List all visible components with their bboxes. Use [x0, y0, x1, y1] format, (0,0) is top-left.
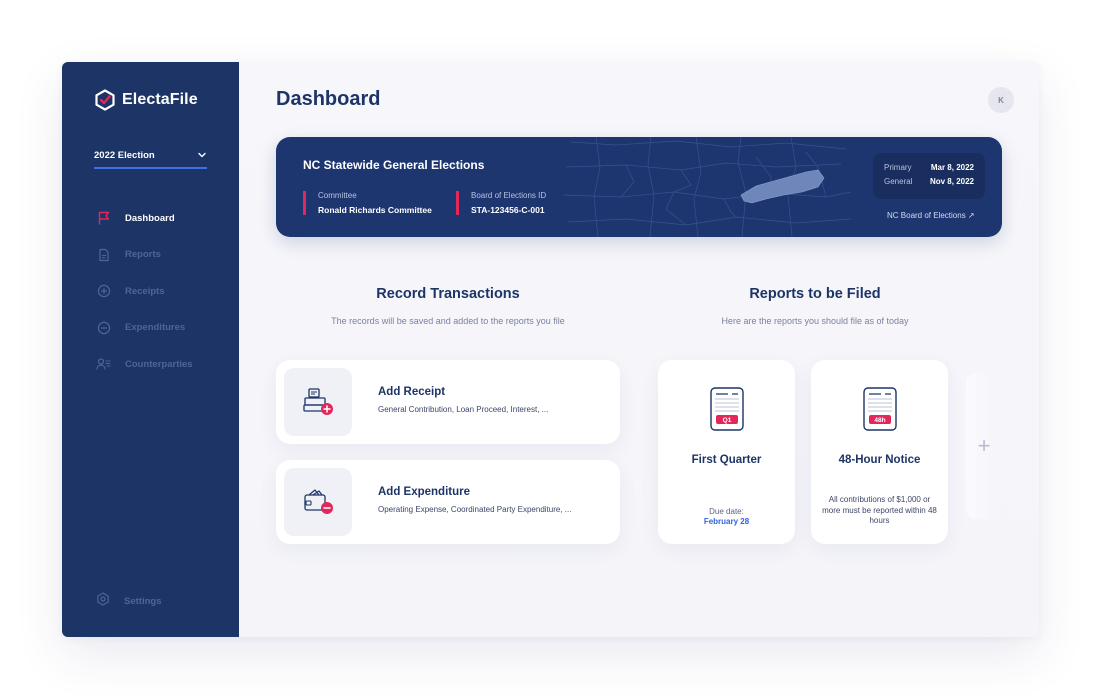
cash-register-icon: [303, 388, 333, 415]
due-date-value: February 28: [703, 517, 750, 526]
page-title: Dashboard: [276, 88, 381, 110]
election-banner: NC Statewide General Elections Committee…: [276, 137, 1002, 237]
plus-icon: +: [977, 433, 991, 458]
primary-label: Primary: [884, 163, 912, 172]
record-transactions-subtitle: The records will be saved and added to t…: [331, 316, 565, 326]
add-receipt-title: Add Receipt: [378, 386, 446, 398]
48h-badge: 48h: [874, 417, 885, 424]
app-window: ElectaFile 2022 Election Dashboard Repor…: [62, 62, 1039, 637]
board-id-label: Board of Elections ID: [471, 191, 547, 200]
logo[interactable]: ElectaFile: [94, 89, 198, 111]
primary-date: Mar 8, 2022: [930, 163, 974, 172]
sidebar-item-settings[interactable]: Settings: [96, 592, 161, 611]
chevron-down-icon: [198, 152, 206, 158]
general-date: Nov 8, 2022: [929, 177, 974, 186]
reports-title: Reports to be Filed: [749, 286, 881, 302]
reports-subtitle: Here are the reports you should file as …: [721, 316, 909, 326]
board-id-value: STA-123456-C-001: [471, 205, 545, 215]
app-name: ElectaFile: [122, 91, 198, 108]
sidebar-item-label: Counterparties: [125, 358, 193, 370]
electafile-logo-icon: [95, 89, 115, 111]
sidebar-item-label: Expenditures: [125, 322, 186, 334]
committee-value: Ronald Richards Committee: [318, 205, 432, 215]
sidebar-item-label: Receipts: [125, 285, 165, 297]
sidebar-item-dashboard[interactable]: Dashboard: [96, 200, 193, 237]
sidebar-item-counterparties[interactable]: Counterparties: [96, 346, 193, 383]
add-receipt-desc: General Contribution, Loan Proceed, Inte…: [378, 405, 549, 414]
minus-circle-icon: [96, 320, 111, 335]
main-content: Dashboard K NC Statewide General Electio…: [239, 62, 1039, 637]
sidebar-item-label: Reports: [125, 249, 161, 261]
sidebar: ElectaFile 2022 Election Dashboard Repor…: [62, 62, 239, 637]
sidebar-nav: Dashboard Reports Receipts Expenditures: [96, 200, 193, 383]
settings-label: Settings: [124, 596, 162, 607]
add-expenditure-card[interactable]: Add Expenditure Operating Expense, Coord…: [276, 460, 620, 544]
banner-title: NC Statewide General Elections: [303, 158, 485, 172]
record-transactions-title: Record Transactions: [376, 286, 520, 302]
sidebar-item-reports[interactable]: Reports: [96, 237, 193, 274]
committee-info: Committee Ronald Richards Committee: [303, 191, 432, 215]
plus-circle-icon: [96, 284, 111, 299]
committee-label: Committee: [318, 191, 357, 200]
election-dropdown-label: 2022 Election: [94, 149, 155, 161]
board-of-elections-link[interactable]: NC Board of Elections ↗: [887, 211, 975, 220]
add-expenditure-title: Add Expenditure: [378, 486, 471, 498]
election-dates: Primary Mar 8, 2022 General Nov 8, 2022: [873, 153, 985, 199]
north-carolina-highlight: [740, 169, 825, 204]
us-map-graphic: [563, 137, 852, 237]
q1-badge: Q1: [723, 417, 732, 424]
48-hour-notice-note: All contributions of $1,000 or more must…: [822, 495, 937, 525]
add-report-button[interactable]: +: [966, 373, 1002, 519]
sidebar-item-label: Dashboard: [125, 212, 175, 224]
document-icon: [96, 247, 111, 262]
48-hour-notice-title: 48-Hour Notice: [838, 454, 921, 466]
board-id-info: Board of Elections ID STA-123456-C-001: [456, 191, 546, 215]
wallet-icon-box: [284, 468, 352, 536]
add-receipt-card[interactable]: Add Receipt General Contribution, Loan P…: [276, 360, 620, 444]
add-expenditure-desc: Operating Expense, Coordinated Party Exp…: [378, 505, 572, 514]
people-icon: [96, 357, 111, 372]
avatar[interactable]: K: [988, 87, 1014, 113]
gear-icon: [96, 592, 110, 611]
due-date-label: Due date:: [709, 507, 744, 516]
first-quarter-title: First Quarter: [691, 454, 762, 466]
flag-icon: [96, 211, 111, 226]
register-icon-box: [284, 368, 352, 436]
sidebar-item-receipts[interactable]: Receipts: [96, 273, 193, 310]
report-card-first-quarter[interactable]: Q1 First Quarter Due date: February 28: [658, 360, 795, 544]
general-label: General: [884, 177, 913, 186]
report-card-48-hour-notice[interactable]: 48h 48-Hour Notice All contributions of …: [811, 360, 948, 544]
report-document-icon: Q1: [710, 387, 744, 431]
wallet-icon: [304, 489, 333, 514]
election-dropdown[interactable]: 2022 Election: [94, 143, 207, 169]
sidebar-item-expenditures[interactable]: Expenditures: [96, 310, 193, 347]
report-document-icon: 48h: [863, 387, 897, 431]
